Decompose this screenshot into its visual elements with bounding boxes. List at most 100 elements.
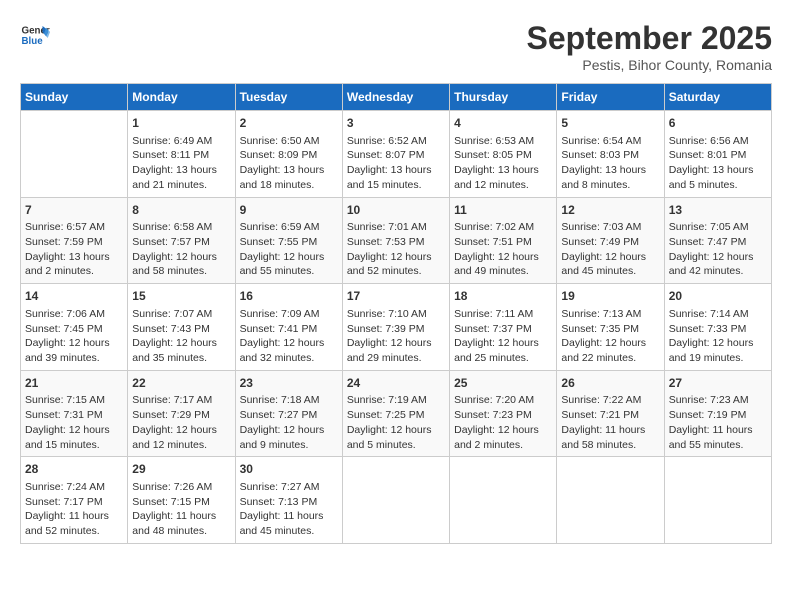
- day-number: 24: [347, 375, 445, 392]
- weekday-header: Wednesday: [342, 84, 449, 111]
- day-info: Sunset: 7:45 PM: [25, 322, 123, 337]
- day-info: Daylight: 13 hours and 12 minutes.: [454, 163, 552, 192]
- day-info: Sunrise: 7:15 AM: [25, 393, 123, 408]
- day-info: Daylight: 11 hours and 55 minutes.: [669, 423, 767, 452]
- calendar-week-row: 1Sunrise: 6:49 AMSunset: 8:11 PMDaylight…: [21, 111, 772, 198]
- day-info: Daylight: 12 hours and 5 minutes.: [347, 423, 445, 452]
- calendar-week-row: 21Sunrise: 7:15 AMSunset: 7:31 PMDayligh…: [21, 370, 772, 457]
- day-number: 23: [240, 375, 338, 392]
- day-info: Sunset: 7:51 PM: [454, 235, 552, 250]
- day-info: Sunrise: 7:22 AM: [561, 393, 659, 408]
- day-info: Sunrise: 7:19 AM: [347, 393, 445, 408]
- day-info: Sunset: 7:15 PM: [132, 495, 230, 510]
- calendar-cell: 26Sunrise: 7:22 AMSunset: 7:21 PMDayligh…: [557, 370, 664, 457]
- day-info: Sunset: 8:05 PM: [454, 148, 552, 163]
- weekday-header: Monday: [128, 84, 235, 111]
- calendar-cell: 9Sunrise: 6:59 AMSunset: 7:55 PMDaylight…: [235, 197, 342, 284]
- calendar-cell: 20Sunrise: 7:14 AMSunset: 7:33 PMDayligh…: [664, 284, 771, 371]
- day-number: 4: [454, 115, 552, 132]
- day-number: 19: [561, 288, 659, 305]
- calendar-cell: 23Sunrise: 7:18 AMSunset: 7:27 PMDayligh…: [235, 370, 342, 457]
- day-info: Daylight: 12 hours and 49 minutes.: [454, 250, 552, 279]
- calendar-week-row: 28Sunrise: 7:24 AMSunset: 7:17 PMDayligh…: [21, 457, 772, 544]
- day-info: Daylight: 12 hours and 19 minutes.: [669, 336, 767, 365]
- day-number: 11: [454, 202, 552, 219]
- day-number: 21: [25, 375, 123, 392]
- day-info: Daylight: 13 hours and 18 minutes.: [240, 163, 338, 192]
- calendar-cell: 13Sunrise: 7:05 AMSunset: 7:47 PMDayligh…: [664, 197, 771, 284]
- day-info: Daylight: 12 hours and 35 minutes.: [132, 336, 230, 365]
- calendar-cell: 27Sunrise: 7:23 AMSunset: 7:19 PMDayligh…: [664, 370, 771, 457]
- day-info: Daylight: 13 hours and 5 minutes.: [669, 163, 767, 192]
- day-info: Sunrise: 6:57 AM: [25, 220, 123, 235]
- day-info: Sunrise: 7:17 AM: [132, 393, 230, 408]
- calendar-cell: [450, 457, 557, 544]
- day-number: 3: [347, 115, 445, 132]
- day-info: Sunset: 8:11 PM: [132, 148, 230, 163]
- weekday-header: Sunday: [21, 84, 128, 111]
- day-info: Sunrise: 7:03 AM: [561, 220, 659, 235]
- day-info: Sunrise: 7:27 AM: [240, 480, 338, 495]
- day-info: Sunrise: 7:18 AM: [240, 393, 338, 408]
- calendar-week-row: 7Sunrise: 6:57 AMSunset: 7:59 PMDaylight…: [21, 197, 772, 284]
- day-info: Daylight: 12 hours and 12 minutes.: [132, 423, 230, 452]
- day-info: Daylight: 12 hours and 45 minutes.: [561, 250, 659, 279]
- location-subtitle: Pestis, Bihor County, Romania: [527, 57, 772, 73]
- day-number: 9: [240, 202, 338, 219]
- day-number: 10: [347, 202, 445, 219]
- day-info: Sunrise: 7:24 AM: [25, 480, 123, 495]
- day-info: Daylight: 11 hours and 45 minutes.: [240, 509, 338, 538]
- day-info: Daylight: 11 hours and 52 minutes.: [25, 509, 123, 538]
- day-info: Daylight: 13 hours and 8 minutes.: [561, 163, 659, 192]
- day-number: 28: [25, 461, 123, 478]
- day-info: Daylight: 13 hours and 21 minutes.: [132, 163, 230, 192]
- calendar-cell: 28Sunrise: 7:24 AMSunset: 7:17 PMDayligh…: [21, 457, 128, 544]
- logo: General Blue: [20, 20, 50, 50]
- day-number: 18: [454, 288, 552, 305]
- day-info: Sunset: 7:39 PM: [347, 322, 445, 337]
- day-info: Sunset: 7:21 PM: [561, 408, 659, 423]
- day-info: Sunrise: 7:02 AM: [454, 220, 552, 235]
- day-info: Sunrise: 6:53 AM: [454, 134, 552, 149]
- day-info: Sunset: 7:55 PM: [240, 235, 338, 250]
- day-number: 30: [240, 461, 338, 478]
- day-info: Sunset: 7:19 PM: [669, 408, 767, 423]
- day-info: Daylight: 12 hours and 32 minutes.: [240, 336, 338, 365]
- calendar-cell: 5Sunrise: 6:54 AMSunset: 8:03 PMDaylight…: [557, 111, 664, 198]
- calendar-cell: 12Sunrise: 7:03 AMSunset: 7:49 PMDayligh…: [557, 197, 664, 284]
- day-info: Sunrise: 6:54 AM: [561, 134, 659, 149]
- svg-text:Blue: Blue: [22, 36, 44, 47]
- day-number: 26: [561, 375, 659, 392]
- day-info: Sunset: 7:33 PM: [669, 322, 767, 337]
- day-info: Sunrise: 7:05 AM: [669, 220, 767, 235]
- day-info: Sunrise: 7:06 AM: [25, 307, 123, 322]
- calendar-cell: 14Sunrise: 7:06 AMSunset: 7:45 PMDayligh…: [21, 284, 128, 371]
- calendar-cell: 6Sunrise: 6:56 AMSunset: 8:01 PMDaylight…: [664, 111, 771, 198]
- title-block: September 2025 Pestis, Bihor County, Rom…: [527, 20, 772, 73]
- calendar-cell: 21Sunrise: 7:15 AMSunset: 7:31 PMDayligh…: [21, 370, 128, 457]
- day-info: Daylight: 12 hours and 22 minutes.: [561, 336, 659, 365]
- day-info: Daylight: 12 hours and 39 minutes.: [25, 336, 123, 365]
- day-info: Sunrise: 7:14 AM: [669, 307, 767, 322]
- day-number: 13: [669, 202, 767, 219]
- day-info: Sunrise: 7:10 AM: [347, 307, 445, 322]
- day-info: Sunrise: 7:23 AM: [669, 393, 767, 408]
- day-info: Daylight: 12 hours and 2 minutes.: [454, 423, 552, 452]
- day-number: 12: [561, 202, 659, 219]
- day-info: Sunset: 8:09 PM: [240, 148, 338, 163]
- weekday-header: Friday: [557, 84, 664, 111]
- month-title: September 2025: [527, 20, 772, 57]
- day-info: Sunset: 7:23 PM: [454, 408, 552, 423]
- day-info: Sunrise: 6:50 AM: [240, 134, 338, 149]
- day-number: 25: [454, 375, 552, 392]
- day-info: Sunset: 8:01 PM: [669, 148, 767, 163]
- calendar-cell: [664, 457, 771, 544]
- day-info: Sunset: 7:43 PM: [132, 322, 230, 337]
- calendar-cell: 11Sunrise: 7:02 AMSunset: 7:51 PMDayligh…: [450, 197, 557, 284]
- calendar-cell: 7Sunrise: 6:57 AMSunset: 7:59 PMDaylight…: [21, 197, 128, 284]
- day-info: Daylight: 12 hours and 9 minutes.: [240, 423, 338, 452]
- calendar-cell: 18Sunrise: 7:11 AMSunset: 7:37 PMDayligh…: [450, 284, 557, 371]
- day-info: Sunrise: 6:56 AM: [669, 134, 767, 149]
- calendar-header: SundayMondayTuesdayWednesdayThursdayFrid…: [21, 84, 772, 111]
- day-info: Sunrise: 7:01 AM: [347, 220, 445, 235]
